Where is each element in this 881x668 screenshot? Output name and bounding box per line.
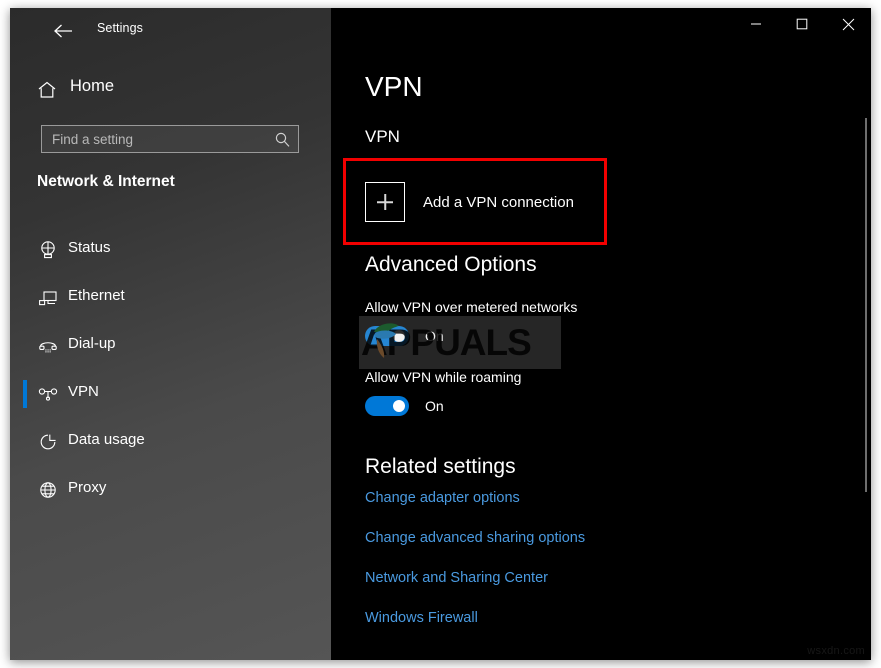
roaming-toggle-row: On (365, 396, 444, 416)
back-arrow-icon[interactable] (48, 18, 78, 44)
metered-networks-state: On (425, 328, 444, 344)
metered-networks-label: Allow VPN over metered networks (365, 299, 578, 315)
sidebar-item-dialup[interactable]: Dial-up (10, 322, 331, 370)
globe-icon (37, 479, 59, 501)
selection-indicator (23, 380, 27, 408)
window-titlebar: Settings (10, 8, 331, 54)
network-status-icon (37, 239, 59, 261)
sidebar-item-label: Data usage (68, 431, 145, 448)
sidebar-nav-list: Status Ethernet Dial-up VPN Data usage P… (10, 226, 331, 514)
content-scrollbar[interactable] (863, 54, 869, 660)
related-link-network-and-sharing-center[interactable]: Network and Sharing Center (365, 570, 548, 586)
minimize-icon[interactable] (733, 8, 779, 40)
sidebar-category-heading: Network & Internet (37, 173, 175, 190)
page-title: VPN (365, 71, 423, 102)
sidebar-item-label: Dial-up (68, 335, 116, 352)
related-link-change-advanced-sharing-options[interactable]: Change advanced sharing options (365, 530, 585, 546)
sidebar-item-proxy[interactable]: Proxy (10, 466, 331, 514)
roaming-toggle[interactable] (365, 396, 409, 416)
related-link-change-adapter-options[interactable]: Change adapter options (365, 490, 520, 506)
scrollbar-thumb[interactable] (865, 118, 867, 492)
toggle-knob (393, 330, 405, 342)
home-icon (36, 79, 58, 101)
dialup-phone-icon (37, 335, 59, 357)
roaming-label: Allow VPN while roaming (365, 369, 522, 385)
pie-chart-icon (37, 431, 59, 453)
vpn-section-heading: VPN (365, 127, 400, 146)
main-content-pane: VPN VPN Add a VPN connection Advanced Op… (331, 8, 871, 660)
vpn-icon (37, 383, 59, 405)
toggle-knob (393, 400, 405, 412)
sidebar-item-label: Ethernet (68, 287, 125, 304)
sidebar-item-data-usage[interactable]: Data usage (10, 418, 331, 466)
search-input[interactable] (42, 126, 270, 152)
navigation-sidebar: Settings Home Network & Internet (10, 8, 331, 660)
related-link-windows-firewall[interactable]: Windows Firewall (365, 610, 478, 626)
metered-networks-toggle[interactable] (365, 326, 409, 346)
plus-icon (365, 182, 405, 222)
window-controls (733, 8, 871, 40)
sidebar-item-label: VPN (68, 383, 99, 400)
site-watermark: wsxdn.com (807, 645, 865, 657)
settings-window: Settings Home Network & Internet (10, 8, 871, 660)
sidebar-item-label: Proxy (68, 479, 107, 496)
search-icon (274, 131, 291, 148)
close-icon[interactable] (825, 8, 871, 40)
sidebar-item-vpn[interactable]: VPN (10, 370, 331, 418)
metered-networks-toggle-row: On (365, 326, 444, 346)
sidebar-item-ethernet[interactable]: Ethernet (10, 274, 331, 322)
related-settings-heading: Related settings (365, 455, 516, 478)
sidebar-item-home[interactable]: Home (10, 70, 331, 110)
add-vpn-connection-button[interactable]: Add a VPN connection (365, 178, 595, 226)
sidebar-item-label: Status (68, 239, 111, 256)
sidebar-item-status[interactable]: Status (10, 226, 331, 274)
search-box[interactable] (41, 125, 299, 153)
sidebar-item-label-home: Home (70, 77, 115, 95)
maximize-icon[interactable] (779, 8, 825, 40)
roaming-state: On (425, 398, 444, 414)
window-title: Settings (97, 21, 143, 35)
ethernet-icon (37, 287, 59, 309)
advanced-options-heading: Advanced Options (365, 253, 537, 276)
add-vpn-connection-label: Add a VPN connection (423, 193, 574, 211)
